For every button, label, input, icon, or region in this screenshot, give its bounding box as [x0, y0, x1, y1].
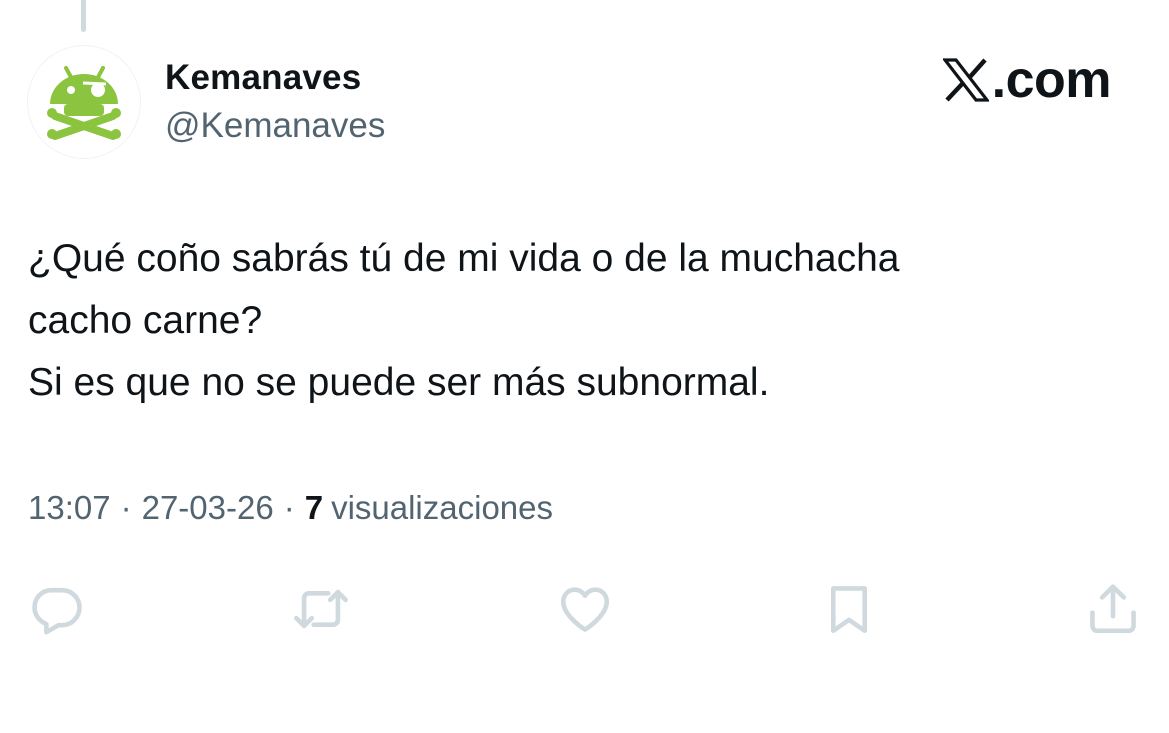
repost-button[interactable] [290, 578, 352, 640]
bookmark-button[interactable] [818, 578, 880, 640]
bookmark-icon [830, 586, 868, 634]
share-upload-icon [1090, 584, 1136, 634]
views-count: 7 [304, 489, 324, 526]
tweet-date[interactable]: 27-03-26 [142, 489, 274, 526]
meta-separator: · [120, 489, 132, 526]
tweet-body: ¿Qué coño sabrás tú de mi vida o de la m… [28, 228, 1128, 414]
tweet-line: Si es que no se puede ser más subnormal. [28, 361, 770, 404]
reply-bubble-icon [32, 587, 82, 635]
like-button[interactable] [554, 578, 616, 640]
reply-button[interactable] [26, 578, 88, 640]
tweet-line: ¿Qué coño sabrás tú de mi vida o de la m… [28, 237, 900, 280]
author-handle[interactable]: @Kemanaves [165, 106, 385, 146]
tweet-time[interactable]: 13:07 [28, 489, 111, 526]
author-display-name[interactable]: Kemanaves [165, 58, 361, 98]
tweet-metadata: 13:07 · 27-03-26 · 7 visualizaciones [28, 489, 553, 527]
avatar[interactable] [27, 45, 141, 159]
repost-arrows-icon [294, 589, 348, 629]
thread-connector-line [81, 0, 86, 32]
heart-icon [560, 587, 610, 632]
tweet-line: cacho carne? [28, 299, 263, 342]
views-label: visualizaciones [331, 489, 554, 526]
android-skull-crossbones-icon [47, 66, 121, 140]
share-button[interactable] [1082, 578, 1144, 640]
meta-separator: · [283, 489, 295, 526]
brand-domain-text: .com [991, 51, 1112, 109]
x-brand-watermark: .com [942, 50, 1112, 110]
x-logo-icon [942, 58, 989, 102]
